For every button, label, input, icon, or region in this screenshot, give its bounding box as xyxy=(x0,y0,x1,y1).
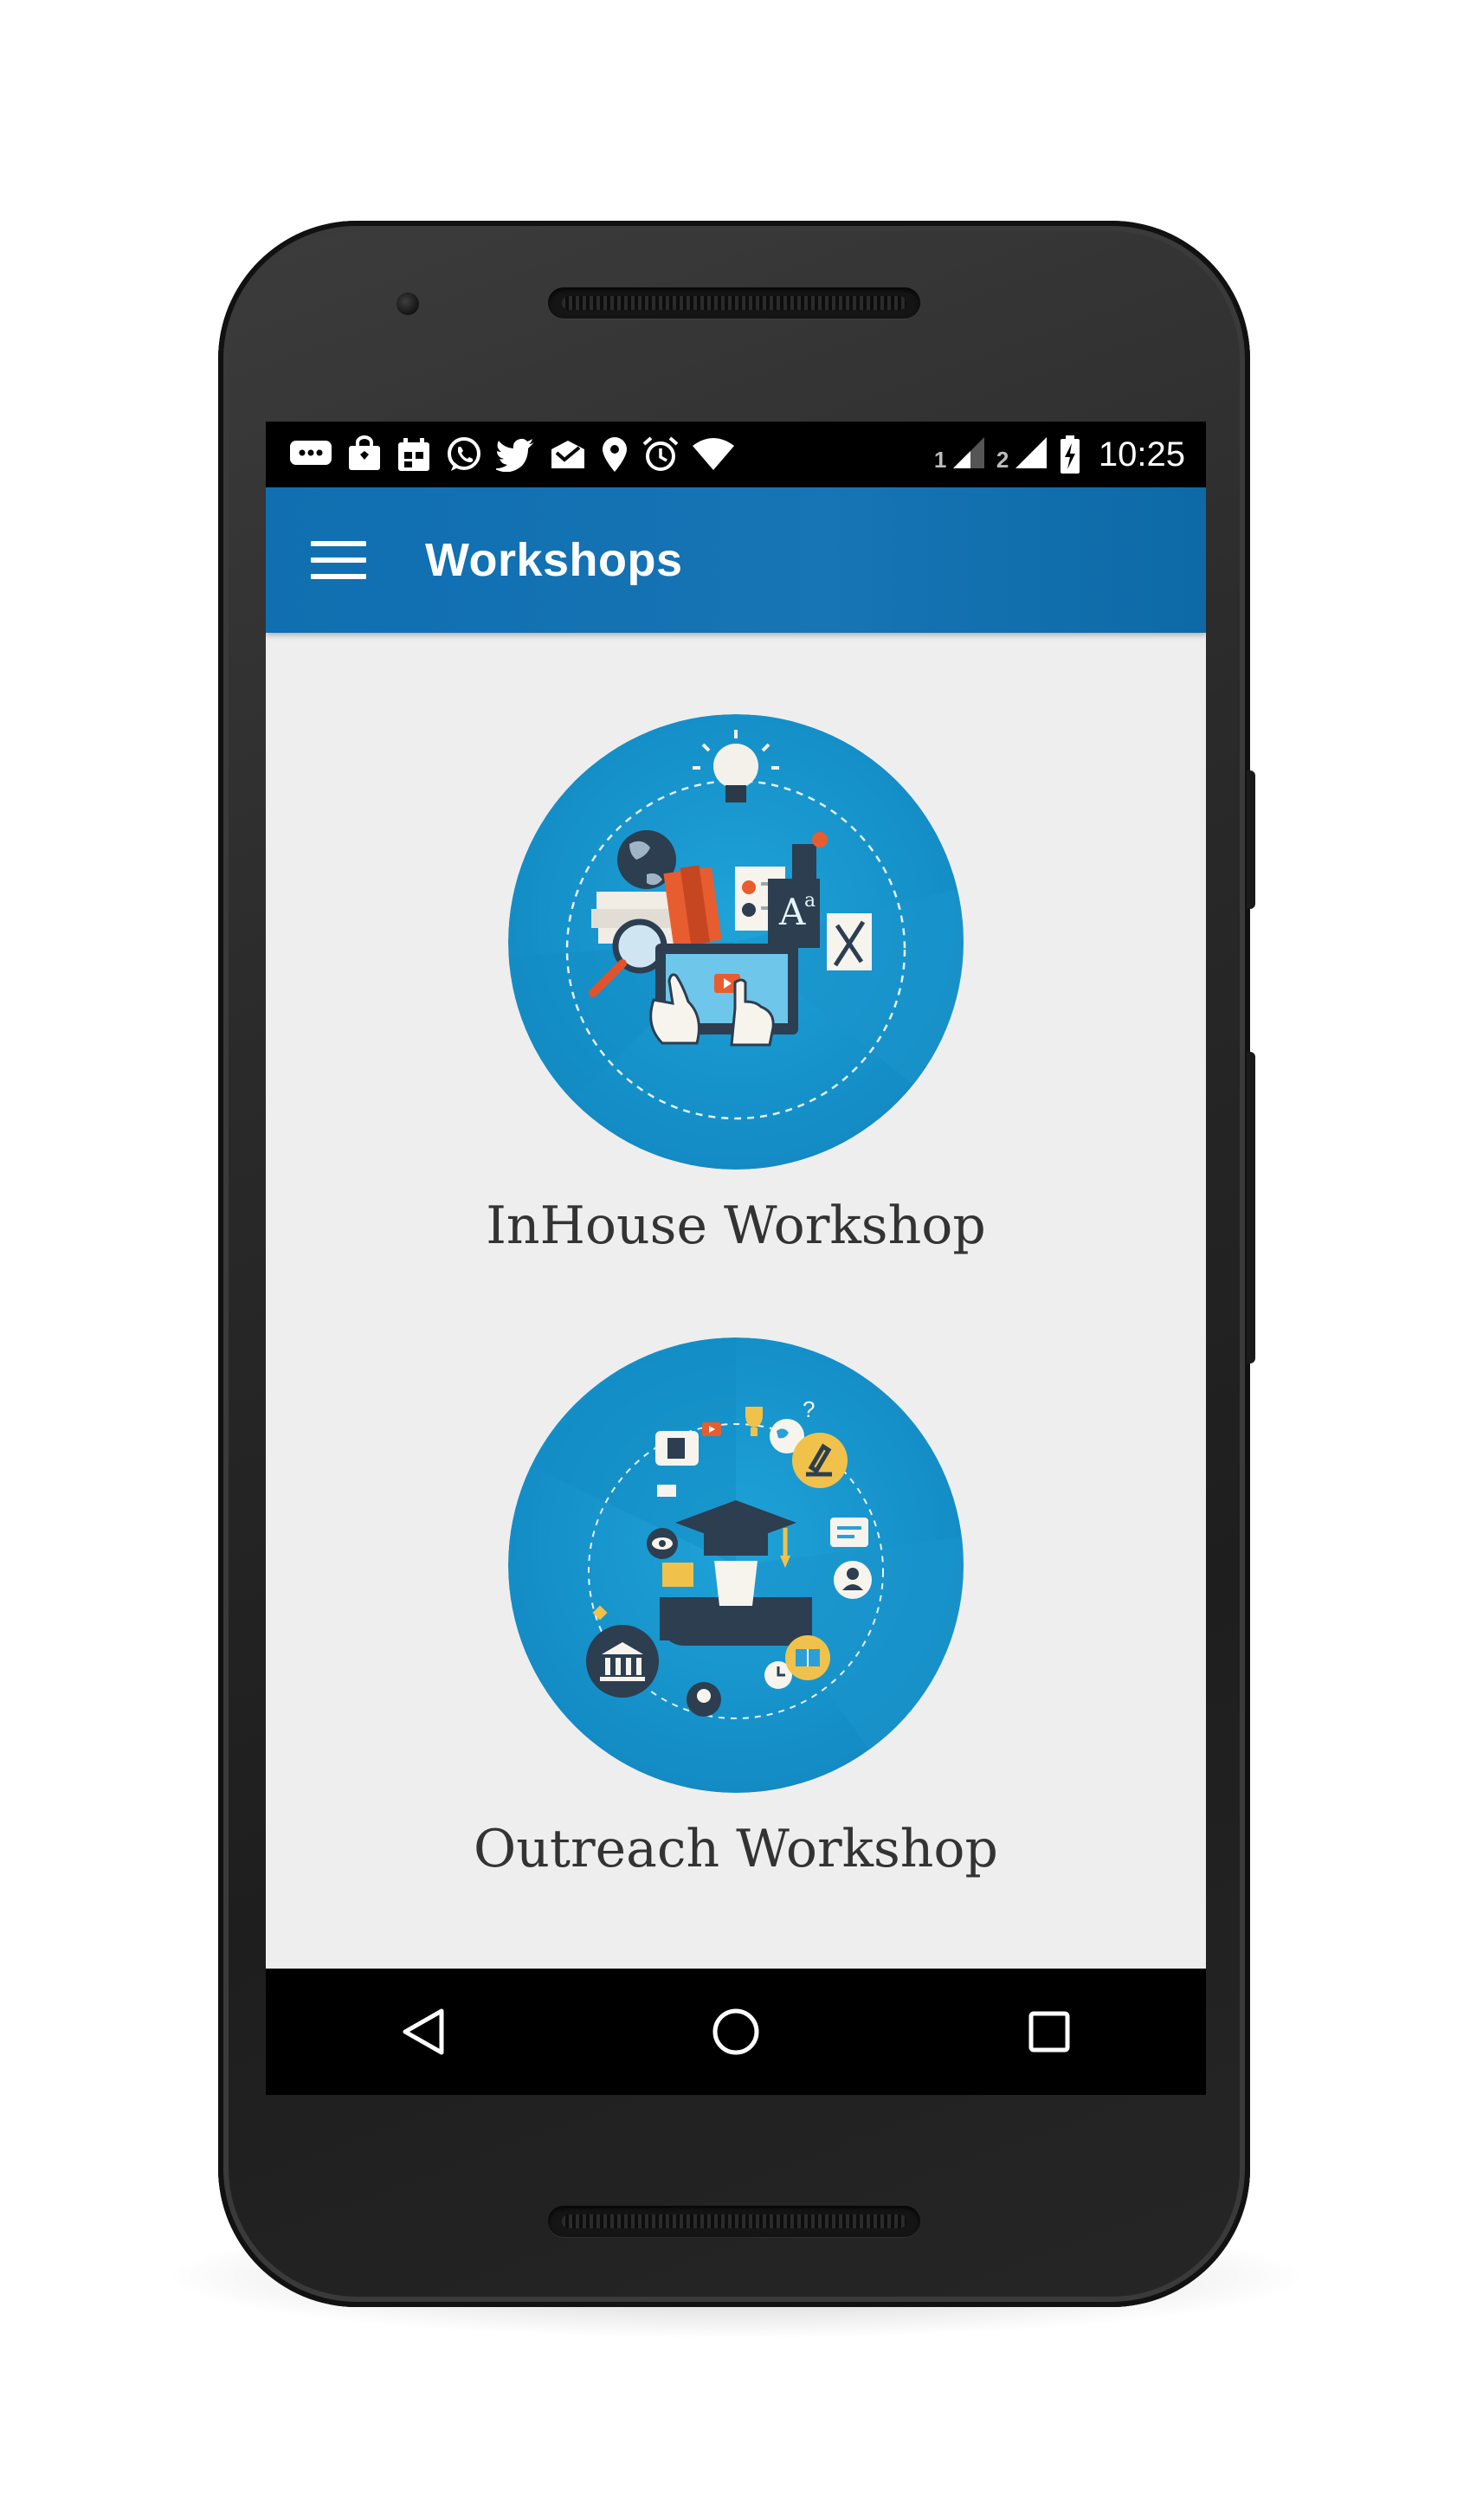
svg-text:A: A xyxy=(778,891,806,933)
shopping-bag-icon xyxy=(349,435,380,470)
hamburger-menu-icon[interactable] xyxy=(311,541,366,579)
inhouse-workshop-card[interactable]: A a InHouse Workshop xyxy=(266,714,1206,1256)
alarm-icon xyxy=(642,436,679,471)
power-button xyxy=(1247,770,1255,909)
outreach-workshop-label: Outreach Workshop xyxy=(474,1819,998,1879)
sim2-signal: 2 xyxy=(996,435,1048,474)
chat-icon xyxy=(290,441,332,465)
svg-text:?: ? xyxy=(803,1396,815,1422)
sim2-label: 2 xyxy=(996,447,1009,473)
volume-button xyxy=(1247,1052,1255,1363)
svg-text:a: a xyxy=(804,890,816,912)
page-title: Workshops xyxy=(425,534,683,586)
twitter-icon xyxy=(496,438,534,472)
location-icon xyxy=(603,437,627,472)
inhouse-workshop-illustration[interactable]: A a xyxy=(508,714,964,1170)
sim1-signal: 1 xyxy=(934,435,986,474)
inhouse-workshop-label: InHouse Workshop xyxy=(486,1196,986,1256)
status-time: 10:25 xyxy=(1098,435,1185,474)
outreach-workshop-illustration[interactable]: ? xyxy=(508,1337,964,1793)
wifi-icon xyxy=(693,438,734,470)
battery-charging-icon xyxy=(1060,435,1080,474)
sim1-label: 1 xyxy=(933,447,947,473)
recents-icon[interactable] xyxy=(997,1980,1101,2084)
mail-check-icon xyxy=(551,441,584,468)
front-camera xyxy=(397,293,419,315)
status-bar: 1 2 10:25 xyxy=(266,422,1206,487)
navigation-bar xyxy=(266,1969,1206,2095)
bottom-speaker xyxy=(548,2206,920,2237)
home-icon[interactable] xyxy=(684,1980,788,2084)
app-bar: Workshops xyxy=(266,487,1206,633)
signal-icon xyxy=(1015,437,1047,468)
outreach-workshop-card[interactable]: ? Outreach Workshop xyxy=(266,1337,1206,1879)
signal-icon xyxy=(952,437,984,468)
calendar-icon xyxy=(398,438,429,471)
back-icon[interactable] xyxy=(371,1980,474,2084)
top-speaker xyxy=(548,287,920,319)
whatsapp-icon xyxy=(448,437,480,471)
screen: 1 2 10:25 Workshops A a InHouse Workshop… xyxy=(266,422,1206,2095)
